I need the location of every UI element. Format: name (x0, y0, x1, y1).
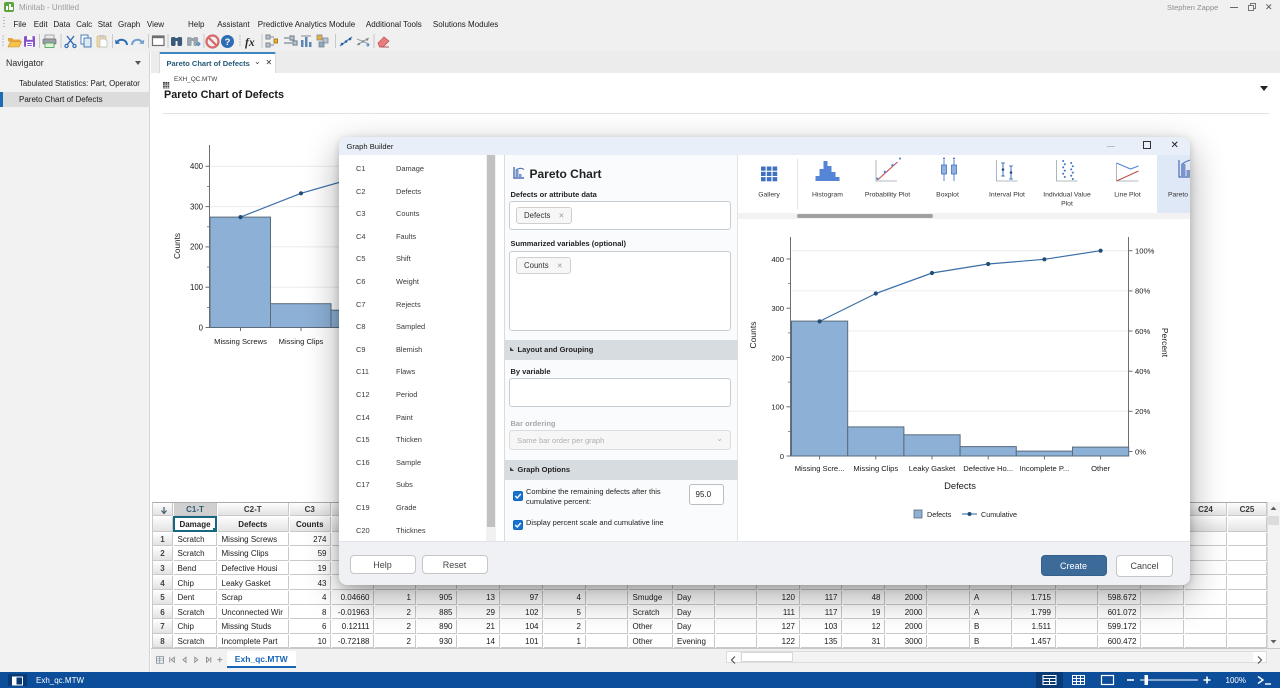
svg-text:100%: 100% (1135, 247, 1155, 256)
svg-text:Individual Value: Individual Value (1043, 191, 1091, 198)
svg-text:40%: 40% (1135, 367, 1150, 376)
svg-text:Defects: Defects (944, 480, 976, 491)
svg-text:Counts: Counts (748, 322, 758, 349)
svg-text:Percent: Percent (1160, 328, 1170, 358)
svg-text:300: 300 (190, 202, 204, 211)
svg-text:Gallery: Gallery (758, 191, 780, 198)
svg-text:0: 0 (780, 452, 784, 461)
svg-text:Incomplete P...: Incomplete P... (1020, 464, 1070, 473)
svg-text:Histogram: Histogram (812, 191, 843, 198)
svg-text:100: 100 (190, 283, 204, 292)
svg-text:100: 100 (771, 403, 784, 412)
svg-text:200: 200 (771, 353, 784, 362)
svg-text:0%: 0% (1135, 447, 1146, 456)
svg-text:Pareto: Pareto (1167, 191, 1187, 198)
svg-text:Counts: Counts (173, 233, 182, 259)
svg-text:Other: Other (1091, 464, 1110, 473)
svg-text:Missing Scre...: Missing Scre... (795, 464, 845, 473)
svg-text:Missing Screws: Missing Screws (214, 337, 267, 346)
svg-text:Line Plot: Line Plot (1114, 191, 1141, 198)
svg-text:300: 300 (771, 304, 784, 313)
svg-text:Probability Plot: Probability Plot (864, 191, 909, 198)
svg-text:fx: fx (245, 37, 255, 49)
svg-text:Defects: Defects (927, 510, 952, 519)
svg-text:?: ? (225, 37, 231, 48)
svg-text:Cumulative: Cumulative (981, 510, 1017, 519)
svg-text:0: 0 (199, 323, 204, 332)
svg-text:Missing Clips: Missing Clips (853, 464, 898, 473)
svg-text:Plot: Plot (1061, 200, 1073, 207)
svg-text:20%: 20% (1135, 407, 1150, 416)
svg-text:Boxplot: Boxplot (936, 191, 959, 198)
svg-text:100%: 100% (1226, 676, 1246, 685)
svg-text:Interval Plot: Interval Plot (989, 191, 1025, 198)
svg-text:400: 400 (771, 255, 784, 264)
svg-text:200: 200 (190, 243, 204, 252)
svg-text:Defective Ho...: Defective Ho... (963, 464, 1013, 473)
svg-text:Leaky Gasket: Leaky Gasket (909, 464, 956, 473)
svg-text:Missing Clips: Missing Clips (279, 337, 324, 346)
svg-text:400: 400 (190, 162, 204, 171)
svg-text:60%: 60% (1135, 327, 1150, 336)
svg-text:80%: 80% (1135, 287, 1150, 296)
